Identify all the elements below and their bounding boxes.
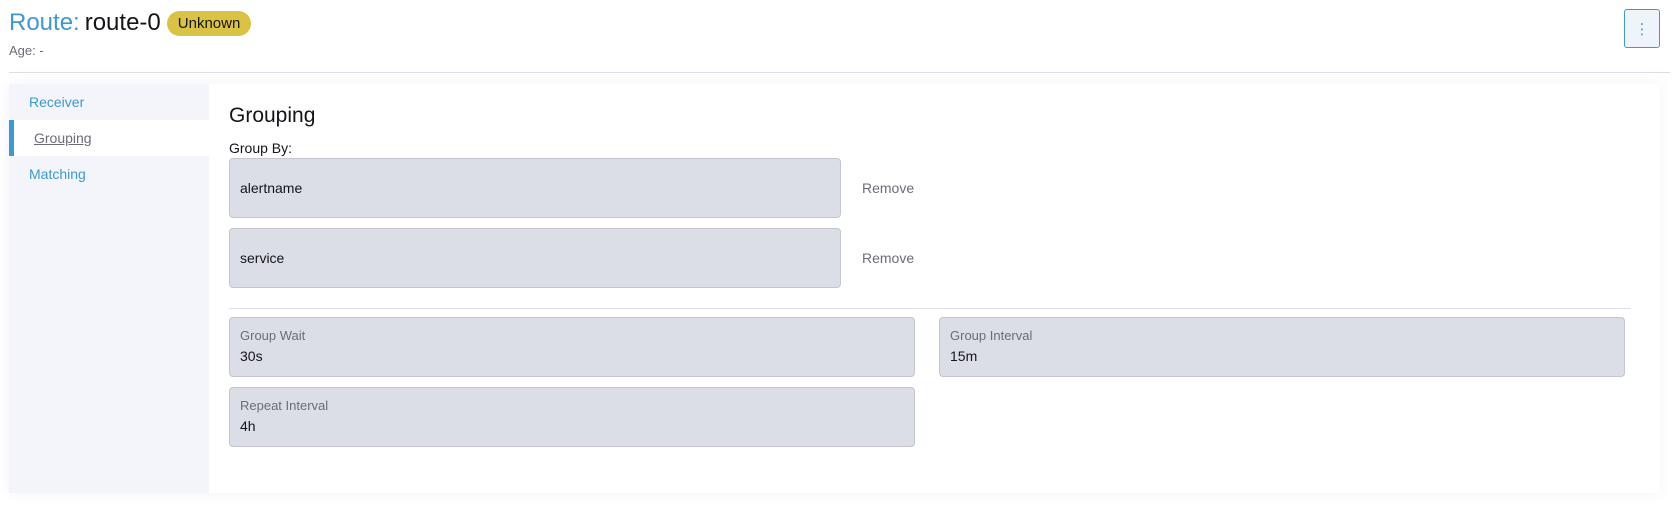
- route-detail-card: Receiver Grouping Matching Grouping Grou…: [9, 84, 1660, 493]
- age-value: -: [39, 43, 44, 58]
- title-row: Route: route-0 Unknown: [9, 8, 1670, 38]
- kebab-menu-icon: ⋮: [1634, 20, 1650, 38]
- age-info: Age: -: [9, 43, 44, 58]
- tab-grouping[interactable]: Grouping: [9, 120, 209, 156]
- group-by-row: service Remove: [229, 228, 1640, 288]
- repeat-interval-field[interactable]: Repeat Interval 4h: [229, 387, 915, 447]
- section-title: Grouping: [229, 104, 316, 127]
- group-by-label: Group By:: [229, 140, 293, 156]
- resource-type-label: Route:: [9, 9, 80, 36]
- group-wait-field[interactable]: Group Wait 30s: [229, 317, 915, 377]
- tab-matching[interactable]: Matching: [9, 156, 209, 192]
- tab-content-grouping: Grouping Group By: alertname Remove serv…: [209, 84, 1660, 493]
- actions-menu-button[interactable]: ⋮: [1624, 9, 1660, 48]
- tab-receiver[interactable]: Receiver: [9, 84, 209, 120]
- group-by-input[interactable]: alertname: [229, 158, 841, 218]
- field-value: 30s: [240, 348, 263, 364]
- group-by-input[interactable]: service: [229, 228, 841, 288]
- remove-button[interactable]: Remove: [862, 180, 914, 196]
- field-label: Repeat Interval: [240, 398, 329, 413]
- age-label: Age:: [9, 43, 36, 58]
- divider: [229, 308, 1631, 309]
- group-interval-field[interactable]: Group Interval 15m: [939, 317, 1625, 377]
- timing-fields: Group Wait 30s Group Interval 15m Repeat…: [229, 317, 1640, 447]
- state-badge: Unknown: [166, 10, 252, 36]
- field-value: 15m: [950, 348, 978, 364]
- group-by-row: alertname Remove: [229, 158, 1640, 218]
- resource-name: route-0: [84, 9, 161, 36]
- field-label: Group Wait: [240, 328, 306, 343]
- group-by-value: alertname: [240, 180, 303, 196]
- remove-button[interactable]: Remove: [862, 250, 914, 266]
- field-value: 4h: [240, 418, 256, 434]
- side-tabs: Receiver Grouping Matching: [9, 84, 209, 192]
- field-label: Group Interval: [950, 328, 1033, 343]
- group-by-value: service: [240, 250, 285, 266]
- page-header: Route: route-0 Unknown Age: - ⋮: [9, 8, 1670, 73]
